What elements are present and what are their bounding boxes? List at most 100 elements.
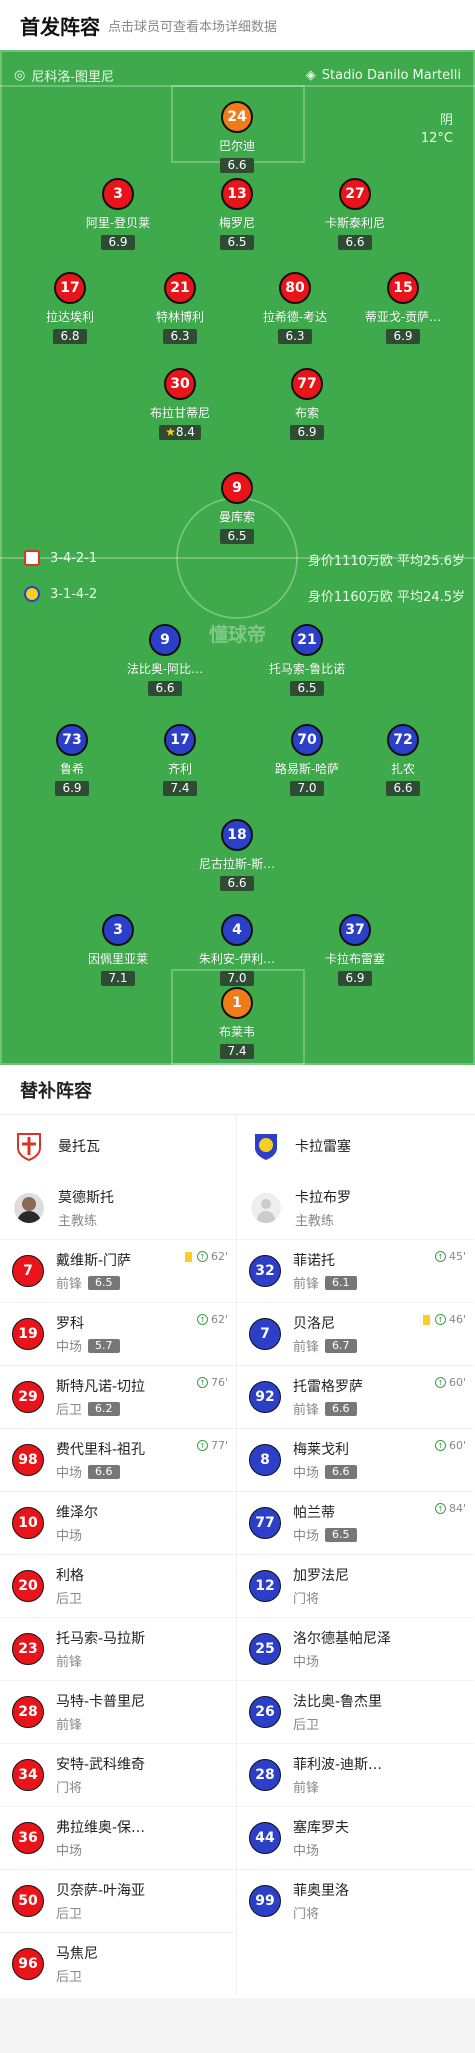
home-player[interactable]: 30 布拉甘蒂尼 ★8.4 (120, 368, 240, 440)
player-number: 4 (221, 914, 253, 946)
player-name: 扎农 (390, 762, 415, 776)
home-player[interactable]: 21 特林博利 6.3 (120, 272, 240, 344)
bench-player-rating: 6.6 (88, 1464, 120, 1479)
bench-player-name: 贝洛尼 (293, 1316, 335, 1332)
bench-player-rating: 6.2 (88, 1401, 120, 1416)
bench-player[interactable]: 36 弗拉维奥-保… 中场 (0, 1806, 236, 1869)
bench-player[interactable]: 98 费代里科-祖孔 中场 6.6 ↑ 77' (0, 1428, 236, 1491)
home-player[interactable]: 77 布索 6.9 (247, 368, 367, 440)
home-player[interactable]: 3 阿里-登贝莱 6.9 (58, 178, 178, 250)
bench-player[interactable]: 8 梅莱戈利 中场 6.6 ↑ 60' (237, 1428, 474, 1491)
sub-minute: 46' (448, 1313, 466, 1326)
home-bench-team[interactable]: 曼托瓦 (0, 1115, 236, 1177)
sub-in: ↑ 76' (196, 1376, 228, 1389)
bench-player-position: 后卫 (56, 1403, 83, 1418)
bench-player-number: 26 (249, 1696, 281, 1728)
sub-in: ↑ 84' (434, 1502, 466, 1515)
player-number: 37 (339, 914, 371, 946)
bench-player[interactable]: 10 维泽尔 中场 (0, 1491, 236, 1554)
bench-player[interactable]: 32 菲诺托 前锋 6.1 ↑ 45' (237, 1239, 474, 1302)
lineup-hint: 点击球员可查看本场详细数据 (108, 19, 278, 35)
player-number: 3 (102, 178, 134, 210)
home-player[interactable]: 80 拉希德-考达 6.3 (235, 272, 355, 344)
rating-value: 6.6 (345, 235, 365, 249)
bench-player[interactable]: 25 洛尔德基帕尼泽 中场 (237, 1617, 474, 1680)
home-player[interactable]: 17 拉达埃利 6.8 (10, 272, 130, 344)
player-name: 布索 (294, 406, 319, 420)
player-name: 拉希德-考达 (262, 310, 328, 324)
home-player[interactable]: 24 巴尔迪 6.6 (177, 101, 297, 173)
bench-player-position: 前锋 (56, 1655, 83, 1670)
bench-player[interactable]: 77 帕兰蒂 中场 6.5 ↑ 84' (237, 1491, 474, 1554)
bench-player-number: 28 (12, 1696, 44, 1728)
bench-player[interactable]: 12 加罗法尼 门将 (237, 1554, 474, 1617)
away-player[interactable]: 9 法比奥-阿比… 6.6 (105, 624, 225, 696)
away-coach[interactable]: 卡拉布罗 主教练 (237, 1177, 474, 1239)
bench-player-number: 36 (12, 1822, 44, 1854)
bench-player[interactable]: 7 贝洛尼 前锋 6.7 ↑ 46' (237, 1302, 474, 1365)
home-player[interactable]: 9 曼库索 6.5 (177, 472, 297, 544)
rating-value: 6.5 (227, 235, 247, 249)
bench-player[interactable]: 20 利格 后卫 (0, 1554, 236, 1617)
away-player[interactable]: 17 齐利 7.4 (120, 724, 240, 796)
bench-player[interactable]: 23 托马索-马拉斯 前锋 (0, 1617, 236, 1680)
away-player[interactable]: 4 朱利安-伊利… 7.0 (177, 914, 297, 986)
bench-player-name: 托马索-马拉斯 (56, 1631, 146, 1647)
lineup-title: 首发阵容 (20, 14, 100, 39)
sub-minute: 60' (448, 1439, 466, 1452)
player-rating: 6.5 (220, 235, 254, 250)
bench-player-rating: 6.5 (325, 1527, 357, 1542)
bench-player[interactable]: 19 罗科 中场 5.7 ↑ 62' (0, 1302, 236, 1365)
player-number: 21 (291, 624, 323, 656)
bench-player-name: 菲诺托 (293, 1253, 335, 1269)
home-formation-row: 3-4-2-1 (24, 550, 97, 566)
bench-player-number: 28 (249, 1759, 281, 1791)
away-player[interactable]: 21 托马索-鲁比诺 6.5 (247, 624, 367, 696)
bench-player[interactable]: 92 托雷格罗萨 前锋 6.6 ↑ 60' (237, 1365, 474, 1428)
bench-player[interactable]: 44 塞库罗夫 中场 (237, 1806, 474, 1869)
venue-bar: ◎ 尼科洛-图里尼 ◈ Stadio Danilo Martelli (0, 50, 475, 100)
home-player[interactable]: 15 蒂亚戈-贡萨… 6.9 (343, 272, 463, 344)
away-player[interactable]: 73 鲁希 6.9 (12, 724, 132, 796)
home-player[interactable]: 27 卡斯泰利尼 6.6 (295, 178, 415, 250)
player-number: 21 (164, 272, 196, 304)
home-player[interactable]: 13 梅罗尼 6.5 (177, 178, 297, 250)
away-player[interactable]: 37 卡拉布雷塞 6.9 (295, 914, 415, 986)
bench-player-name: 安特-武科维奇 (56, 1757, 146, 1773)
player-name: 托马索-鲁比诺 (268, 662, 346, 676)
bench-player-rating: 6.6 (325, 1464, 357, 1479)
bench-player-rating: 5.7 (88, 1338, 120, 1353)
home-coach[interactable]: 莫德斯托 主教练 (0, 1177, 236, 1239)
bench-player[interactable]: 7 戴维斯-门萨 前锋 6.5 ↑ 62' (0, 1239, 236, 1302)
bench-player[interactable]: 28 马特-卡普里尼 前锋 (0, 1680, 236, 1743)
rating-value: 6.9 (62, 781, 82, 795)
home-bench-team-name: 曼托瓦 (58, 1139, 100, 1155)
mvp-star-icon: ★ (165, 425, 176, 439)
away-player[interactable]: 1 布莱韦 7.4 (177, 987, 297, 1059)
bench-player[interactable]: 96 马焦尼 后卫 (0, 1932, 236, 1995)
bench-title: 替补阵容 (0, 1065, 475, 1115)
bench-lists: 曼托瓦 莫德斯托 主教练 7 戴维斯-门萨 前锋 6.5 ↑ 62' 19 罗科 中场 5.7 ↑ 62… (0, 1115, 475, 1995)
bench-player[interactable]: 99 菲奥里洛 门将 (237, 1869, 474, 1932)
player-number: 13 (221, 178, 253, 210)
bench-player[interactable]: 29 斯特凡诺-切拉 后卫 6.2 ↑ 76' (0, 1365, 236, 1428)
away-bench-team[interactable]: 卡拉雷塞 (237, 1115, 474, 1177)
sub-in: ↑ 77' (196, 1439, 228, 1452)
bench-player[interactable]: 34 安特-武科维奇 门将 (0, 1743, 236, 1806)
carrarese-crest-icon (24, 586, 40, 602)
away-player[interactable]: 72 扎农 6.6 (343, 724, 463, 796)
bench-player[interactable]: 26 法比奥-鲁杰里 后卫 (237, 1680, 474, 1743)
bench-player[interactable]: 50 贝奈萨-叶海亚 后卫 (0, 1869, 236, 1932)
bench-player[interactable]: 28 菲利波-迪斯… 前锋 (237, 1743, 474, 1806)
mantova-crest-icon (17, 1133, 41, 1161)
away-player[interactable]: 18 尼古拉斯-斯… 6.6 (177, 819, 297, 891)
bench-player-name: 斯特凡诺-切拉 (56, 1379, 146, 1395)
bench-player-name: 加罗法尼 (293, 1568, 349, 1584)
bench-player-name: 维泽尔 (56, 1505, 98, 1521)
away-player[interactable]: 3 因佩里亚莱 7.1 (58, 914, 178, 986)
player-rating: 6.5 (220, 529, 254, 544)
bench-player-position: 后卫 (56, 1970, 83, 1985)
away-bench: 卡拉雷塞 卡拉布罗 主教练 32 菲诺托 前锋 6.1 ↑ 45' 7 贝洛尼 前锋 6.7 ↑ 46'… (237, 1115, 474, 1995)
player-rating: 6.6 (386, 781, 420, 796)
player-number: 80 (279, 272, 311, 304)
